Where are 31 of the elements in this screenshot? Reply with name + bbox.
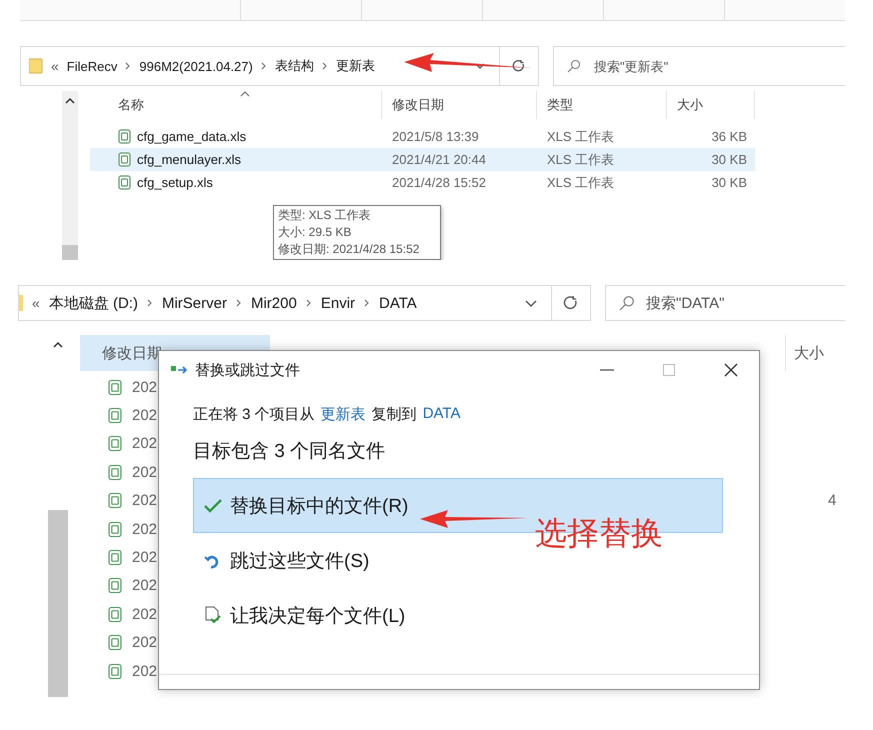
size-cell: 4: [828, 492, 836, 510]
date-cell: 202: [132, 407, 158, 424]
dialog-title: 替换或跳过文件: [195, 360, 300, 380]
tooltip-line: 修改日期: 2021/4/28 15:52: [278, 241, 420, 258]
size-cell-text: 30 KB: [710, 175, 748, 190]
date-cell: 202: [132, 606, 158, 623]
size-cell-text: 30 KB: [710, 152, 748, 167]
date-cell: 202: [132, 549, 158, 566]
date-cell: 202: [132, 435, 158, 452]
date-cell: 202: [132, 492, 158, 510]
message-text: 复制到: [372, 405, 417, 424]
date-cell: 202: [132, 577, 158, 594]
date-cell: 202: [132, 662, 158, 680]
file-name: cfg_game_data.xls: [137, 129, 246, 144]
date-cell: 202: [132, 520, 158, 538]
date-cell: 202: [132, 634, 158, 652]
date-cell-text: 2021/5/8 13:39: [391, 129, 480, 144]
date-cell-text: 2021/4/28 15:52: [391, 175, 487, 190]
file-name: cfg_setup.xls: [137, 175, 213, 190]
type-cell-text: XLS 工作表: [546, 150, 616, 168]
size-cell-text: 36 KB: [710, 129, 748, 144]
tooltip-line: 大小: 29.5 KB: [278, 224, 352, 241]
message-text: 正在将 3 个项目从: [193, 405, 315, 424]
file-name: cfg_menulayer.xls: [137, 152, 242, 167]
date-cell: 202: [132, 378, 158, 396]
tooltip-line: 类型: XLS 工作表: [278, 207, 372, 224]
type-cell-text: XLS 工作表: [546, 128, 616, 146]
dialog-heading: 目标包含 3 个同名文件: [193, 440, 386, 464]
date-cell-text: 2021/4/21 20:44: [391, 152, 487, 167]
date-cell: 202: [132, 464, 158, 481]
type-cell-text: XLS 工作表: [546, 174, 616, 192]
